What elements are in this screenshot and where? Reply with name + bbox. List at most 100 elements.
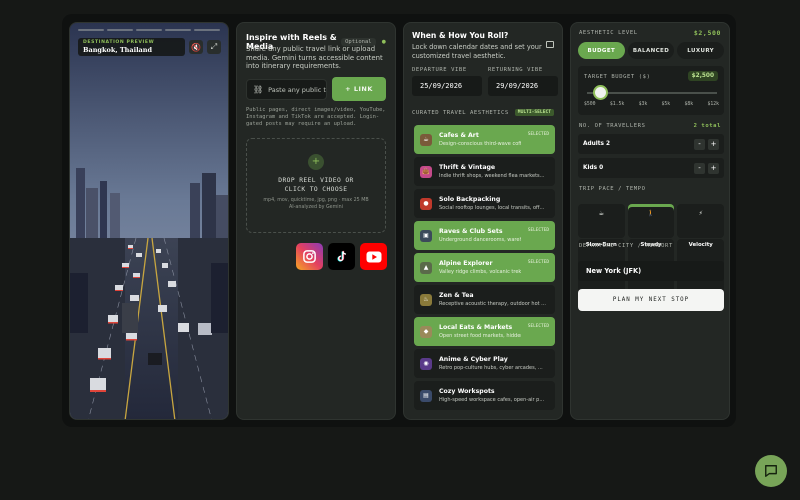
aesthetic-option[interactable]: ◉ Anime & Cyber Play Retro pop-culture hub… <box>414 349 555 378</box>
aesthetic-description: Design-conscious third-wave coffee, gall… <box>439 141 521 147</box>
budget-ticks: $500 $1.5k $3k $5k $8k $12k <box>584 102 719 107</box>
aesthetic-text: Solo Backpacking Social rooftop lounges, … <box>439 196 549 211</box>
selected-badge: SELECTED <box>527 228 549 233</box>
aesthetic-name: Cafes & Art <box>439 132 479 139</box>
returning-date-input[interactable]: 29/09/2026 <box>488 76 558 96</box>
aesthetic-option[interactable]: ♨ Zen & Tea Receptive acoustic therapy, ou… <box>414 285 555 314</box>
kids-decrement-button[interactable]: - <box>694 162 705 174</box>
departure-city-input[interactable]: New York (JFK) <box>578 261 724 281</box>
social-icons <box>296 243 387 270</box>
progress-segment <box>136 29 162 31</box>
link-icon: ⛓ <box>253 85 264 94</box>
aesthetic-name: Raves & Club Sets <box>439 228 503 235</box>
pace-steady-option[interactable]: 🚶 Steady Balanced rhythm <box>627 204 675 302</box>
adults-increment-button[interactable]: + <box>708 138 719 150</box>
aesthetic-name: Cozy Workspots <box>439 388 495 395</box>
aesthetic-description: Underground dancerooms, warehouse t... <box>439 237 521 243</box>
destination-label: DESTINATION PREVIEW <box>83 40 155 45</box>
trip-dates-panel: When & How You Roll? Lock down calendar … <box>403 22 563 420</box>
curated-label: CURATED TRAVEL AESTHETICS <box>412 110 509 116</box>
aesthetic-text: Local Eats & Markets Open street food mar… <box>439 324 521 339</box>
aesthetic-option[interactable]: ▤ Cozy Workspots High-speed workspace cafe… <box>414 381 555 410</box>
mute-button[interactable]: 🔇 <box>189 40 203 54</box>
adults-row: Adults 2 - + <box>578 134 724 154</box>
aesthetic-option[interactable]: ▣ Raves & Club Sets Underground dancerooms… <box>414 221 555 250</box>
progress-segment <box>107 29 133 31</box>
aesthetic-text: Alpine Explorer Valley ridge climbs, volc… <box>439 260 521 275</box>
target-budget-value: $2,500 <box>687 71 718 81</box>
aesthetic-description: Valley ridge climbs, volcanic treks, won… <box>439 269 521 275</box>
pace-velocity-option[interactable]: ⚡ Velocity High intensity <box>677 204 725 302</box>
chat-button[interactable] <box>755 455 787 487</box>
aesthetic-text: Thrift & Vintage Indie thrift shops, week… <box>439 164 549 179</box>
returning-label: RETURNING VIBE <box>488 67 543 73</box>
link-row: ⛓ Paste any public t + LINK <box>246 77 386 101</box>
youtube-icon[interactable] <box>360 243 387 270</box>
aesthetic-icon: ◉ <box>420 357 432 370</box>
budget-slider-track[interactable] <box>587 92 717 94</box>
expand-button[interactable]: ⤢ <box>207 40 221 54</box>
adults-decrement-button[interactable]: - <box>694 138 705 150</box>
trip-dates-description: Lock down calendar dates and set your cu… <box>412 43 542 60</box>
coffee-icon: ☕ <box>578 207 625 238</box>
aesthetic-description: High-speed workspace cafes, open-air p..… <box>439 397 545 403</box>
kids-increment-button[interactable]: + <box>708 162 719 174</box>
link-input[interactable]: ⛓ Paste any public t <box>246 79 327 100</box>
walking-icon: 🚶 <box>627 207 675 238</box>
upload-plus-icon: + <box>308 154 324 170</box>
multi-select-badge: MULTI-SELECT <box>514 109 554 116</box>
aesthetic-icon: ● <box>420 197 432 210</box>
calendar-icon <box>546 41 554 48</box>
aesthetic-level-label: AESTHETIC LEVEL <box>579 30 638 36</box>
aesthetic-name: Thrift & Vintage <box>439 164 496 171</box>
selected-badge: SELECTED <box>527 132 549 137</box>
departure-date-input[interactable]: 25/09/2026 <box>412 76 482 96</box>
level-budget-option[interactable]: BUDGET <box>578 42 625 59</box>
expand-icon: ⤢ <box>210 42 218 51</box>
media-drop-zone[interactable]: + DROP REEL VIDEO OR CLICK TO CHOOSE mp4… <box>246 138 386 233</box>
aesthetic-description: Open street food markets, hidden bass... <box>439 333 521 339</box>
travellers-label: NO. OF TRAVELLERS <box>579 123 646 129</box>
progress-segment <box>194 29 220 31</box>
target-budget-card: TARGET BUDGET ($) $2,500 $500 $1.5k $3k … <box>578 66 724 115</box>
destination-value: Bangkok, Thailand <box>83 46 153 54</box>
aesthetic-icon: ▤ <box>420 389 432 402</box>
departure-label: DEPARTURE VIBE <box>412 67 467 73</box>
aesthetic-option[interactable]: ◆ Local Eats & Markets Open street food ma… <box>414 317 555 346</box>
city-traffic-image <box>70 23 228 419</box>
tiktok-icon[interactable] <box>328 243 355 270</box>
aesthetic-name: Alpine Explorer <box>439 260 493 267</box>
level-balanced-option[interactable]: BALANCED <box>627 42 675 59</box>
destination-preview-panel: DESTINATION PREVIEW Bangkok, Thailand 🔇 … <box>69 22 229 420</box>
aesthetic-text: Zen & Tea Receptive acoustic therapy, out… <box>439 292 549 307</box>
aesthetic-icon: 👜 <box>420 165 432 178</box>
aesthetic-description: Social rooftop lounges, local transits, … <box>439 205 545 211</box>
trip-settings-panel: AESTHETIC LEVEL $2,500 BUDGET BALANCED L… <box>570 22 730 420</box>
aesthetic-description: Receptive acoustic therapy, outdoor hot … <box>439 301 546 307</box>
aesthetic-option[interactable]: ● Solo Backpacking Social rooftop lounges,… <box>414 189 555 218</box>
mute-icon: 🔇 <box>191 42 201 52</box>
chat-icon <box>765 465 777 477</box>
instagram-icon[interactable] <box>296 243 323 270</box>
aesthetic-option[interactable]: 👜 Thrift & Vintage Indie thrift shops, wee… <box>414 157 555 186</box>
target-budget-label: TARGET BUDGET ($) <box>584 74 651 80</box>
add-link-button[interactable]: + LINK <box>332 77 386 101</box>
inspire-description: Share any public travel link or upload m… <box>246 45 383 71</box>
kids-row: Kids 0 - + <box>578 158 724 178</box>
trip-pace-label: TRIP PACE / TEMPO <box>579 186 646 192</box>
aesthetic-text: Raves & Club Sets Underground dancerooms,… <box>439 228 521 243</box>
progress-segment <box>78 29 104 31</box>
adults-count: Adults 2 <box>583 141 611 147</box>
aesthetic-option[interactable]: ▲ Alpine Explorer Valley ridge climbs, vol… <box>414 253 555 282</box>
level-luxury-option[interactable]: LUXURY <box>677 42 725 59</box>
drop-subtitle: mp4, mov, quicktime, jpg, png · max 25 M… <box>263 198 369 210</box>
aesthetic-text: Cozy Workspots High-speed workspace cafes… <box>439 388 549 403</box>
trip-dates-title: When & How You Roll? <box>412 31 509 40</box>
aesthetic-option[interactable]: ☕ Cafes & Art Design-conscious third-wave … <box>414 125 555 154</box>
plan-trip-button[interactable]: PLAN MY NEXT STOP <box>578 289 724 311</box>
budget-slider-handle[interactable] <box>594 87 606 98</box>
progress-segment <box>165 29 191 31</box>
budget-tick: $500 <box>584 102 596 107</box>
pace-slow-burn-option[interactable]: ☕ Slow-Burn Mindful pace <box>578 204 625 302</box>
aesthetic-name: Solo Backpacking <box>439 196 501 203</box>
